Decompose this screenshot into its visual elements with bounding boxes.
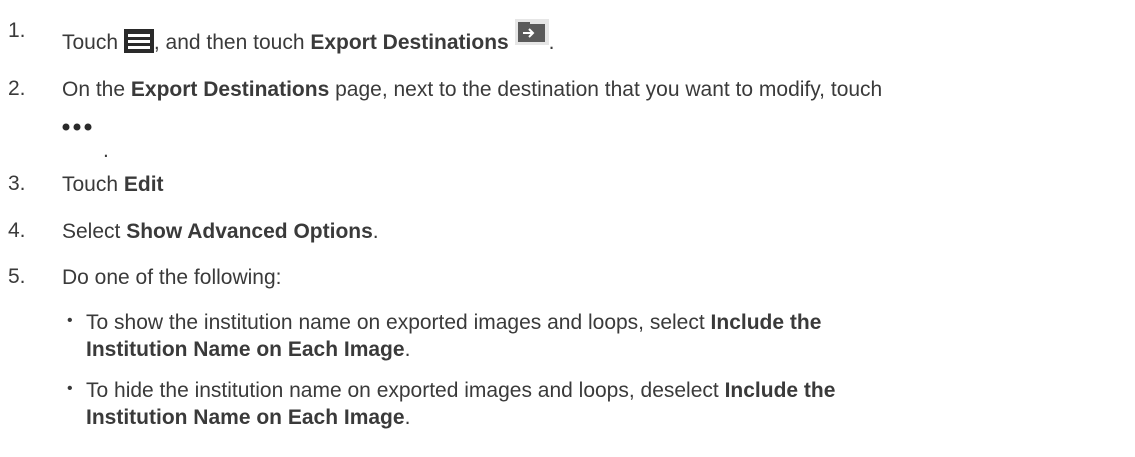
step-number: 4. — [8, 219, 26, 242]
ui-term: Include the — [710, 311, 822, 334]
step-number: 3. — [8, 172, 26, 195]
step-text: Select Show Advanced Options. — [62, 220, 379, 243]
ui-term: Institution Name on Each Image — [86, 338, 405, 361]
more-options-icon — [62, 114, 92, 138]
bullet-text: To hide the institution name on exported… — [86, 379, 836, 429]
step-text: Do one of the following: — [62, 266, 282, 289]
bullet-icon: • — [67, 312, 73, 329]
step-text: On the Export Destinations page, next to… — [62, 78, 883, 101]
export-destinations-icon — [514, 19, 549, 52]
bullet-text: To show the institution name on exported… — [86, 311, 822, 361]
step-number: 2. — [8, 77, 26, 100]
ui-term: Include the — [724, 379, 836, 402]
step-text: Touch Edit — [62, 173, 164, 196]
step-number: 1. — [8, 19, 26, 42]
ui-term: Show Advanced Options — [126, 220, 373, 243]
step-number: 5. — [8, 265, 26, 288]
step-text: Touch , and then touch Export Destinatio… — [62, 19, 554, 60]
hamburger-menu-icon — [123, 29, 154, 60]
ui-term: Edit — [123, 173, 164, 196]
bullet-icon: • — [67, 380, 73, 397]
ui-term: Export Destinations — [310, 31, 509, 54]
ui-term: Export Destinations — [130, 78, 330, 101]
ui-term: Institution Name on Each Image — [86, 406, 405, 429]
